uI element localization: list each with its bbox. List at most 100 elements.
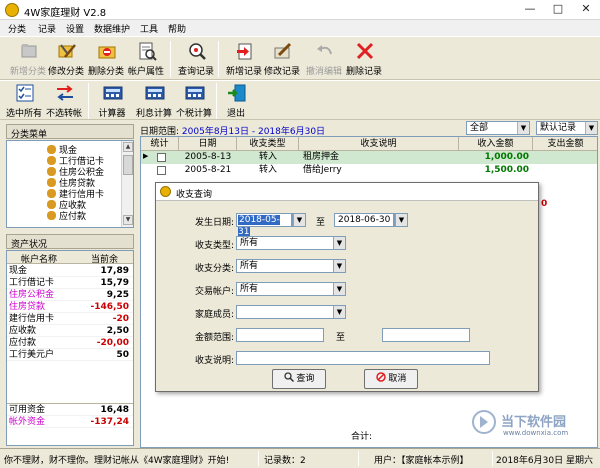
column-date[interactable]: 日期 — [179, 137, 237, 151]
asset-balance: -20 — [112, 314, 129, 324]
status-date: 2018年6月30日 星期六 — [496, 456, 593, 466]
asset-account-name: 应付款 — [9, 338, 37, 348]
column-income[interactable]: 收入金额 — [459, 137, 533, 151]
column-description[interactable]: 收支说明 — [299, 137, 459, 151]
deselect-transfer-button[interactable]: 不选转帐 — [42, 81, 86, 121]
cancel-button[interactable]: 取消 — [364, 369, 418, 389]
tree-item-housing-fund[interactable]: 住房公积金 — [47, 167, 104, 178]
menu-settings[interactable]: 设置 — [66, 22, 84, 35]
menu-tools[interactable]: 工具 — [140, 22, 158, 35]
tree-item-icbc-debit[interactable]: 工行借记卡 — [47, 156, 104, 167]
category-tree-scrollbar[interactable]: ▲ ▼ — [121, 141, 133, 227]
date-from-input[interactable]: 2018-05-31 — [236, 213, 292, 237]
current-user: 用户：【家庭帐本示例】 — [374, 456, 469, 466]
chevron-down-icon: ▼ — [333, 306, 345, 318]
category-select[interactable]: 所有 ▼ — [236, 259, 346, 273]
table-row[interactable]: ▶ 2005-8-13 转入 租房押金 1,000.00 — [141, 151, 597, 164]
asset-row[interactable]: 现金 17,89 — [7, 265, 133, 277]
chevron-down-icon: ▼ — [333, 237, 345, 249]
menu-record[interactable]: 记录 — [38, 22, 56, 35]
description-input[interactable] — [236, 351, 490, 365]
asset-balance: 9,25 — [106, 290, 129, 300]
asset-status-table[interactable]: 帐户名称 当前余 现金 17,89 工行借记卡 15,79 住房公积金 9,25 住房贷款 -… — [6, 250, 134, 446]
column-account-name[interactable]: 帐户名称 — [21, 252, 57, 265]
add-record-icon — [237, 43, 252, 60]
tree-item-payable[interactable]: 应付款 — [47, 211, 104, 222]
member-select[interactable]: ▼ — [236, 305, 346, 319]
asset-row[interactable]: 可用资金 16,48 — [7, 404, 133, 416]
asset-balance: 17,89 — [100, 266, 129, 276]
asset-row[interactable]: 工行美元户 50 — [7, 349, 133, 361]
row-checkbox[interactable] — [157, 166, 166, 175]
deselect-transfer-label: 不选转帐 — [45, 109, 82, 119]
asset-row[interactable]: 建行信用卡 -20 — [7, 313, 133, 325]
chevron-down-icon: ▼ — [293, 214, 305, 226]
scroll-up-icon[interactable]: ▲ — [123, 142, 133, 152]
query-button[interactable]: 查询 — [272, 369, 326, 389]
amount-to-input[interactable] — [382, 328, 470, 342]
delete-record-button[interactable]: 删除记录 — [342, 39, 386, 79]
category-tree[interactable]: 现金 工行借记卡 住房公积金 住房贷款 建行信用卡 应收款 应付款 ▲ ▼ — [6, 140, 134, 228]
account-properties-label: 帐户属性 — [127, 67, 164, 77]
asset-row[interactable]: 住房公积金 9,25 — [7, 289, 133, 301]
date-to-input[interactable]: 2018-06-30 — [334, 213, 394, 227]
amount-from-input[interactable] — [236, 328, 324, 342]
close-button[interactable]: ✕ — [572, 0, 600, 20]
column-stats[interactable]: 统计 — [141, 137, 179, 151]
asset-balance: -20,00 — [96, 338, 129, 348]
calculator-icon — [103, 86, 123, 100]
asset-row[interactable]: 应收款 2,50 — [7, 325, 133, 337]
amount-label: 金额范围: — [194, 333, 234, 343]
column-expense[interactable]: 支出金额 — [533, 137, 597, 151]
column-type[interactable]: 收支类型 — [237, 137, 299, 151]
minimize-button[interactable]: — — [516, 0, 544, 20]
sort-select[interactable]: 默认记录 ▼ — [536, 121, 598, 135]
tree-item-receivable[interactable]: 应收款 — [47, 200, 104, 211]
app-icon — [5, 3, 19, 17]
exit-label: 退出 — [226, 109, 245, 119]
asset-row[interactable]: 工行借记卡 15,79 — [7, 277, 133, 289]
row-checkbox[interactable] — [157, 153, 166, 162]
watermark-brand: 当下软件园 — [501, 415, 567, 430]
date-to-picker[interactable]: ▼ — [394, 213, 408, 227]
income-expense-query-dialog: 收支查询 发生日期: 2018-05-31 ▼ 至 2018-06-30 ▼ 收… — [155, 182, 539, 392]
asset-row[interactable]: 应付款 -20,00 — [7, 337, 133, 349]
menu-help[interactable]: 帮助 — [168, 22, 186, 35]
scroll-thumb[interactable] — [123, 155, 133, 175]
asset-row[interactable]: 帐外资金 -137,24 — [7, 416, 133, 428]
asset-account-name: 建行信用卡 — [9, 314, 55, 324]
status-message: 你不理财，财不理你。理财记帐从《4W家庭理财》开始! — [4, 456, 230, 466]
coin-icon — [47, 145, 56, 154]
account-select[interactable]: 所有 ▼ — [236, 282, 346, 296]
search-records-button[interactable]: 查询记录 — [174, 39, 218, 79]
asset-account-name: 可用资金 — [9, 405, 46, 415]
type-select[interactable]: 所有 ▼ — [236, 236, 346, 250]
deselect-transfer-icon — [57, 85, 73, 101]
menu-category[interactable]: 分类 — [8, 22, 26, 35]
category-menu-header: 分类菜单 — [6, 124, 134, 140]
row-date: 2005-8-21 — [184, 165, 232, 175]
asset-account-name: 住房贷款 — [9, 302, 46, 312]
column-current-balance[interactable]: 当前余 — [91, 252, 118, 265]
chevron-down-icon: ▼ — [585, 122, 597, 134]
tree-item-ccb-credit[interactable]: 建行信用卡 — [47, 189, 104, 200]
account-properties-button[interactable]: 帐户属性 — [124, 39, 168, 79]
tree-item-mortgage[interactable]: 住房贷款 — [47, 178, 104, 189]
asset-row[interactable]: 住房贷款 -146,50 — [7, 301, 133, 313]
interest-calc-icon — [145, 86, 165, 100]
asset-account-name: 现金 — [9, 266, 28, 276]
exit-button[interactable]: 退出 — [214, 81, 258, 121]
delete-record-icon — [356, 42, 374, 60]
menu-data-maintenance[interactable]: 数据维护 — [94, 22, 130, 35]
coin-icon — [47, 211, 56, 220]
delete-category-icon — [98, 46, 116, 59]
record-filter-select[interactable]: 全部 ▼ — [466, 121, 530, 135]
date-from-picker[interactable]: ▼ — [292, 213, 306, 227]
dialog-title-bar: 收支查询 — [156, 183, 538, 201]
maximize-button[interactable]: □ — [544, 0, 572, 20]
tree-item-cash[interactable]: 现金 — [47, 145, 104, 156]
asset-balance: -146,50 — [90, 302, 129, 312]
table-row[interactable]: 2005-8-21 转入 借给Jerry 1,500.00 — [141, 164, 597, 177]
scroll-down-icon[interactable]: ▼ — [123, 215, 133, 225]
row-pointer-icon: ▶ — [143, 152, 149, 160]
